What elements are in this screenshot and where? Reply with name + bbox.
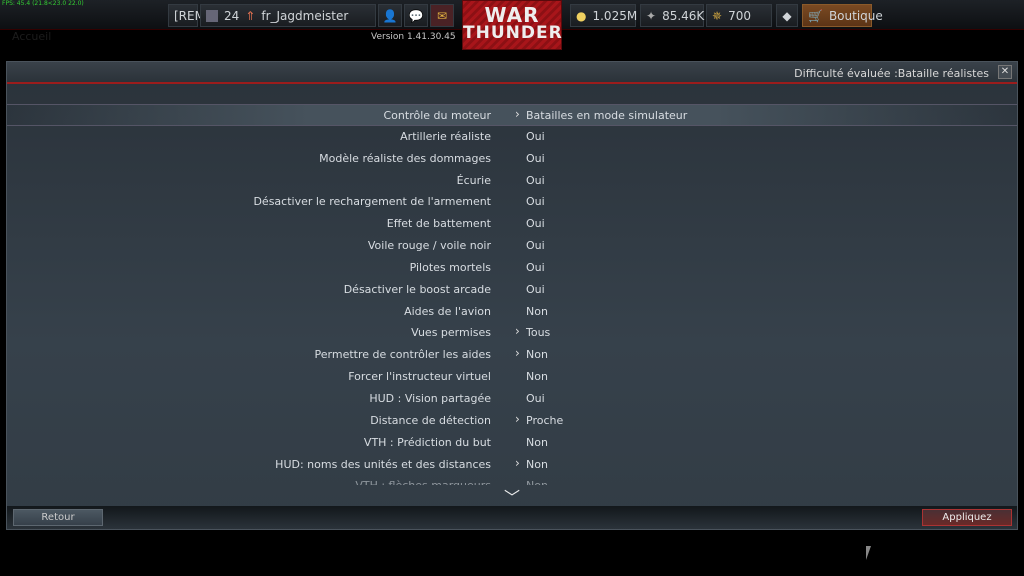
setting-row[interactable]: Distance de détection › Proche [7,410,1017,432]
setting-label: Contrôle du moteur [383,109,492,122]
chevron-right-icon[interactable]: › [515,412,520,426]
setting-value[interactable]: Non [526,305,548,318]
chevron-right-icon[interactable]: › [515,456,520,470]
setting-row[interactable]: Aides de l'avion Non [7,301,1017,323]
shop-button[interactable]: 🛒 Boutique [802,4,883,27]
squad-tag[interactable]: [REM] [168,4,210,27]
chevron-right-icon[interactable]: › [515,107,520,121]
setting-value[interactable]: Tous [526,326,550,339]
setting-label: VTH : Prédiction du but [363,435,491,449]
setting-value[interactable]: Oui [526,152,545,165]
chevron-right-icon[interactable]: › [515,324,520,338]
panel-header: Difficulté évaluée :Bataille réalistes ✕ [7,62,1017,84]
setting-label: Permettre de contrôler les aides [314,348,491,362]
setting-label: Forcer l'instructeur virtuel [348,370,491,384]
rank-level: 24 [224,8,240,23]
setting-value[interactable]: Non [526,436,548,449]
setting-row[interactable]: Permettre de contrôler les aides › Non [7,344,1017,366]
setting-label: Modèle réaliste des dommages [319,151,491,165]
setting-label: Pilotes mortels [409,260,491,274]
setting-label: Désactiver le rechargement de l'armement [253,195,491,209]
setting-value[interactable]: Proche [526,414,563,427]
back-button[interactable]: Retour [13,509,103,526]
setting-label: Désactiver le boost arcade [343,282,491,296]
username: fr_Jagdmeister [261,8,349,23]
setting-value[interactable]: Non [526,479,548,485]
setting-value[interactable]: Oui [526,217,545,230]
setting-value[interactable]: Oui [526,392,545,405]
scroll-down-icon[interactable]: ﹀ [504,484,520,508]
close-icon[interactable]: ✕ [998,65,1012,79]
apply-button[interactable]: Appliquez [922,509,1012,526]
setting-label: HUD: noms des unités et des distances [275,457,491,471]
setting-value[interactable]: Oui [526,130,545,143]
settings-list: Contrôle du moteur › Batailles en mode sim… [7,104,1017,485]
setting-row[interactable]: Pilotes mortels Oui [7,257,1017,279]
setting-row[interactable]: Contrôle du moteur › Batailles en mode sim… [7,104,1017,126]
accueil-label: Accueil [12,30,52,43]
version-label: Version 1.41.30.45 [371,32,456,42]
bulb-icon: ● [576,8,587,23]
setting-row[interactable]: Voile rouge / voile noir Oui [7,235,1017,257]
war-thunder-logo: WAR THUNDER [462,0,562,50]
premium-icon[interactable]: ◆ [776,4,798,27]
chat-icon[interactable]: 💬 [404,4,428,27]
research-points[interactable]: ✦ 85.46K [640,4,704,27]
setting-label: Distance de détection [370,413,491,427]
setting-value[interactable]: Non [526,370,548,383]
setting-row[interactable]: Forcer l'instructeur virtuel Non [7,366,1017,388]
setting-label: Voile rouge / voile noir [367,239,491,253]
setting-value[interactable]: Non [526,458,548,471]
setting-value[interactable]: Oui [526,239,545,252]
setting-row[interactable]: Effet de battement Oui [7,213,1017,235]
setting-value[interactable]: Oui [526,195,545,208]
setting-row[interactable]: Artillerie réaliste Oui [7,126,1017,148]
setting-row[interactable]: Désactiver le rechargement de l'armement… [7,191,1017,213]
setting-row[interactable]: Écurie Oui [7,170,1017,192]
friends-icon[interactable]: 👤 [378,4,402,27]
eagles[interactable]: ✵ 700 [706,4,772,27]
mail-icon[interactable]: ✉ [430,4,454,27]
panel-title: Difficulté évaluée :Bataille réalistes [794,67,989,80]
setting-value[interactable]: Batailles en mode simulateur [526,109,687,122]
setting-label: VTH : flèches marqueurs [355,479,491,485]
eagle-icon: ✵ [712,8,723,23]
golden-eagles-lions[interactable]: ● 1.025M [570,4,637,27]
profile-button[interactable]: 24 ⇑ fr_Jagdmeister [200,4,376,27]
setting-label: Vues permises [411,326,491,340]
fps-counter: FPS: 45.4 (21.8<23.0 22.0) [2,0,84,7]
setting-value[interactable]: Oui [526,261,545,274]
setting-row[interactable]: Modèle réaliste des dommages Oui [7,148,1017,170]
mouse-cursor [866,546,876,560]
setting-row[interactable]: Désactiver le boost arcade Oui [7,279,1017,301]
setting-label: Effet de battement [386,217,491,231]
avatar [206,9,218,22]
setting-value[interactable]: Oui [526,283,545,296]
cart-icon: 🛒 [808,8,823,23]
setting-label: HUD : Vision partagée [369,391,491,405]
setting-row[interactable]: VTH : Prédiction du but Non [7,432,1017,454]
rank-icon: ⇑ [245,8,256,23]
setting-label: Écurie [456,173,491,187]
panel-footer: Retour Appliquez [7,506,1017,529]
setting-row[interactable]: HUD : Vision partagée Oui [7,388,1017,410]
setting-value[interactable]: Oui [526,174,545,187]
difficulty-panel: Difficulté évaluée :Bataille réalistes ✕… [6,61,1018,530]
setting-label: Artillerie réaliste [400,129,491,143]
setting-row[interactable]: HUD: noms des unités et des distances › No… [7,454,1017,476]
setting-label: Aides de l'avion [404,304,491,318]
setting-row[interactable]: Vues permises › Tous [7,322,1017,344]
lion-icon: ✦ [646,8,657,23]
setting-value[interactable]: Non [526,348,548,361]
chevron-right-icon[interactable]: › [515,346,520,360]
